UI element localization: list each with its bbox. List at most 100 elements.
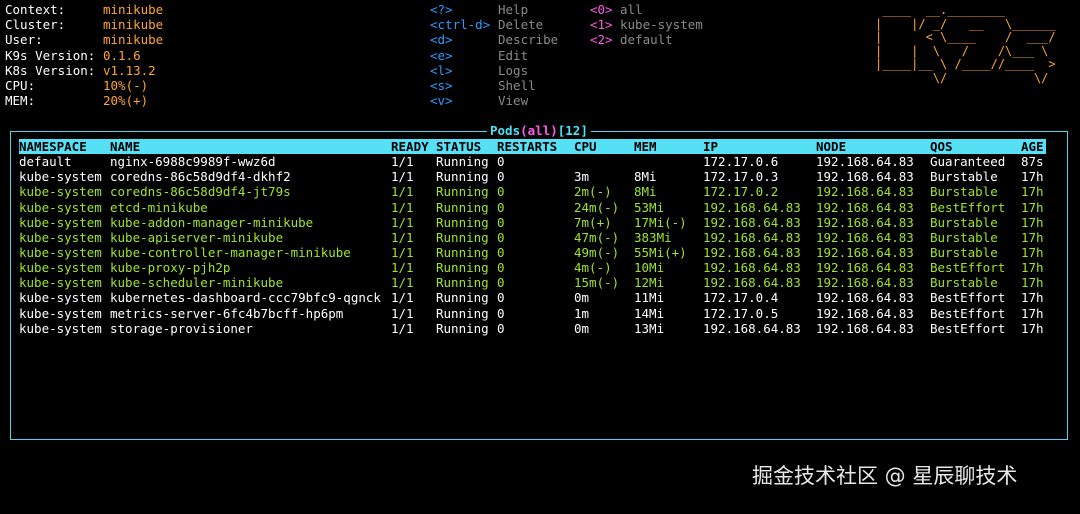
table-cell: 192.168.64.83 xyxy=(816,244,914,260)
shortcut-item[interactable]: <s> Shell xyxy=(430,78,558,93)
column-header: READY xyxy=(391,139,429,154)
shortcut-label: Help xyxy=(498,2,529,17)
table-cell: Running xyxy=(436,290,489,306)
table-cell: 0m xyxy=(574,320,590,336)
table-row[interactable]: kube-system storage-provisioner 1/1 Running… xyxy=(19,321,1046,336)
table-title-count: 12 xyxy=(565,123,581,138)
shortcut-label: Edit xyxy=(498,47,529,63)
info-value: 20%(+) xyxy=(103,93,149,109)
shortcut-item[interactable]: <ctrl-d> Delete xyxy=(430,17,558,32)
table-cell: 7m(+) xyxy=(574,214,612,230)
table-row[interactable]: kube-system kube-apiserver-minikube 1/1 Run… xyxy=(19,230,1046,245)
table-cell: 17Mi(-) xyxy=(634,214,687,230)
table-row[interactable]: default nginx-6988c9989f-wwz6d 1/1 Running 0… xyxy=(19,154,1046,169)
column-header: NAME xyxy=(110,139,141,154)
table-cell: 192.168.64.83 xyxy=(816,290,914,306)
table-cell: 192.168.64.83 xyxy=(816,275,914,291)
shortcut-key: <l> xyxy=(430,62,453,78)
table-row[interactable]: kube-system kube-scheduler-minikube 1/1 Run… xyxy=(19,275,1046,290)
cluster-info: Context: minikube Cluster: minikube User: min… xyxy=(5,2,163,108)
table-cell: 17h xyxy=(1021,275,1044,291)
table-cell: BestEffort xyxy=(930,199,1006,215)
table-title-filter: all xyxy=(527,123,551,138)
shortcut-label: Describe xyxy=(498,32,559,48)
namespace-key: <0> xyxy=(590,2,613,17)
info-key: Context: xyxy=(5,2,66,17)
table-row[interactable]: kube-system metrics-server-6fc4b7bcff-hp6… xyxy=(19,306,1046,321)
column-header: NODE xyxy=(816,139,847,154)
shortcut-menu: <?> Help <ctrl-d> Delete <d> Describe <e> Edit <… xyxy=(430,2,558,108)
table-row[interactable]: kube-system coredns-86c58d9df4-jt79s 1/1 Ru… xyxy=(19,184,1046,199)
table-cell: Running xyxy=(436,260,489,276)
table-cell: 17h xyxy=(1021,305,1044,321)
namespace-item[interactable]: <2> default xyxy=(590,32,703,47)
info-value: minikube xyxy=(103,17,164,33)
namespace-label: kube-system xyxy=(620,17,703,33)
table-cell: kube-controller-manager-minikube xyxy=(110,244,351,260)
table-cell: metrics-server-6fc4b7bcff-hp6pm xyxy=(110,305,344,321)
table-title-name: Pods xyxy=(490,123,521,138)
table-cell: 47m(-) xyxy=(574,229,620,245)
table-cell: kube-system xyxy=(19,214,102,230)
table-cell: 192.168.64.83 xyxy=(703,244,801,260)
table-cell: 4m(-) xyxy=(574,260,612,276)
table-row[interactable]: kube-system kubernetes-dashboard-ccc79bfc… xyxy=(19,290,1046,305)
table-cell: 1/1 xyxy=(391,244,414,260)
table-cell: Guaranteed xyxy=(930,154,1006,170)
info-row: Cluster: minikube xyxy=(5,17,163,32)
table-cell: 0 xyxy=(497,275,505,291)
info-key: K8s Version: xyxy=(5,62,96,78)
table-cell: Running xyxy=(436,169,489,185)
namespace-item[interactable]: <0> all xyxy=(590,2,703,17)
table-row[interactable]: kube-system kube-controller-manager-minik… xyxy=(19,245,1046,260)
info-key: MEM: xyxy=(5,93,36,109)
table-cell: kube-system xyxy=(19,260,102,276)
table-cell: 192.168.64.83 xyxy=(703,214,801,230)
table-cell: 192.168.64.83 xyxy=(816,184,914,200)
table-cell: 8Mi xyxy=(634,169,657,185)
table-cell: 192.168.64.83 xyxy=(816,320,914,336)
shortcut-label: Logs xyxy=(498,62,529,78)
table-cell: 1/1 xyxy=(391,260,414,276)
table-row[interactable]: kube-system kube-addon-manager-minikube 1/… xyxy=(19,215,1046,230)
table-cell: Running xyxy=(436,184,489,200)
table-cell: 10Mi xyxy=(634,260,665,276)
table-cell: Burstable xyxy=(930,244,998,260)
table-cell: 192.168.64.83 xyxy=(816,214,914,230)
table-cell: 0 xyxy=(497,244,505,260)
table-cell: kube-system xyxy=(19,275,102,291)
table-cell: 0 xyxy=(497,169,505,185)
table-cell: 0m xyxy=(574,290,590,306)
namespace-item[interactable]: <1> kube-system xyxy=(590,17,703,32)
table-cell: Running xyxy=(436,305,489,321)
table-cell: 192.168.64.83 xyxy=(816,229,914,245)
table-cell: 0 xyxy=(497,305,505,321)
table-cell: 192.168.64.83 xyxy=(816,260,914,276)
info-row: Context: minikube xyxy=(5,2,163,17)
shortcut-item[interactable]: <v> View xyxy=(430,93,558,108)
table-cell: 0 xyxy=(497,214,505,230)
table-row[interactable]: kube-system etcd-minikube 1/1 Running 0 24m(-… xyxy=(19,200,1046,215)
table-row[interactable]: kube-system kube-proxy-pjh2p 1/1 Running 0 4m… xyxy=(19,260,1046,275)
shortcut-item[interactable]: <?> Help xyxy=(430,2,558,17)
shortcut-item[interactable]: <d> Describe xyxy=(430,32,558,47)
table-cell: kube-system xyxy=(19,320,102,336)
namespace-key: <1> xyxy=(590,17,613,33)
table-cell: 14Mi xyxy=(634,305,665,321)
info-value: 10%(-) xyxy=(103,77,149,93)
k9s-terminal: Context: minikube Cluster: minikube User: min… xyxy=(0,0,1080,514)
table-cell: 0 xyxy=(497,320,505,336)
table-cell: 24m(-) xyxy=(574,199,620,215)
shortcut-item[interactable]: <l> Logs xyxy=(430,63,558,78)
shortcut-item[interactable]: <e> Edit xyxy=(430,48,558,63)
table-cell: kube-system xyxy=(19,169,102,185)
table-cell: Burstable xyxy=(930,184,998,200)
shortcut-label: Shell xyxy=(498,77,536,93)
table-header: NAMESPACE NAME READY STATUS RESTARTS CPU MEM IP… xyxy=(19,139,1046,155)
table-cell: 53Mi xyxy=(634,199,665,215)
table-row[interactable]: kube-system coredns-86c58d9df4-dkhf2 1/1 Ru… xyxy=(19,169,1046,184)
table-title-count-close: ] xyxy=(580,123,588,138)
table-cell: etcd-minikube xyxy=(110,199,208,215)
column-header: RESTARTS xyxy=(497,139,558,154)
table-cell: coredns-86c58d9df4-dkhf2 xyxy=(110,169,291,185)
